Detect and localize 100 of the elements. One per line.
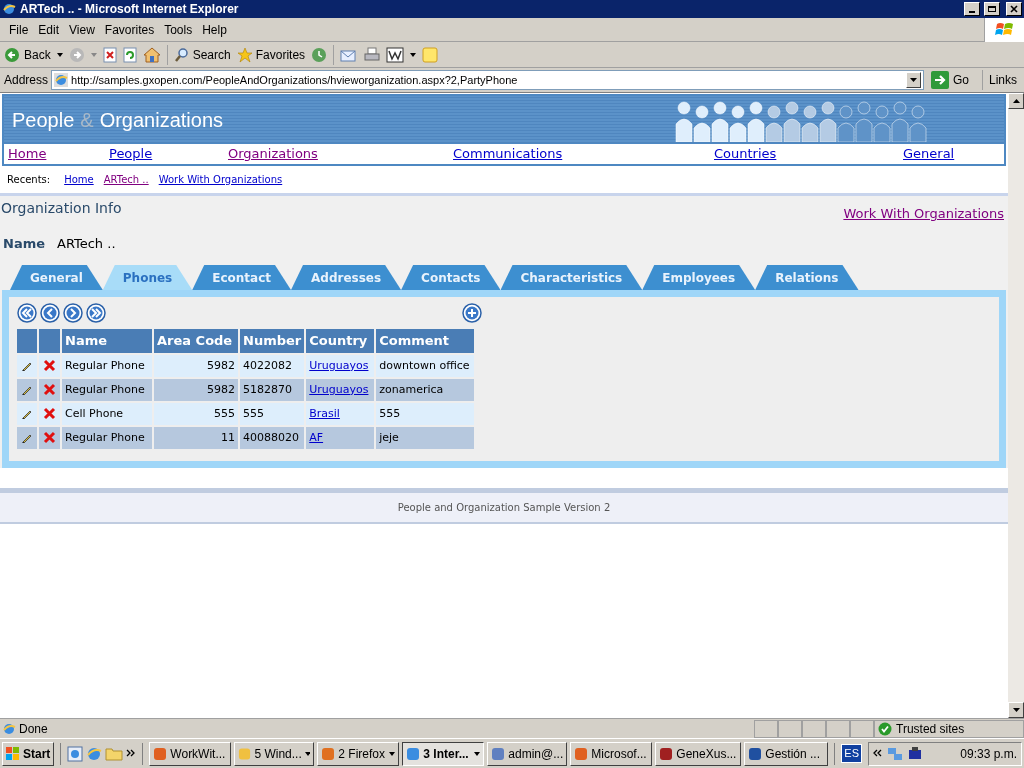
links-button[interactable]: Links: [986, 71, 1020, 89]
recent-link[interactable]: Work With Organizations: [158, 172, 283, 187]
country-link[interactable]: AF: [309, 430, 324, 444]
check-icon: [878, 721, 892, 736]
header-cell: [17, 329, 37, 353]
address-field[interactable]: http://samples.gxopen.com/PeopleAndOrganizations/hvieworganization.aspx?2,PartyPhone: [51, 70, 924, 90]
table-cell: Regular Phone: [62, 379, 152, 401]
previous-page-icon[interactable]: [40, 303, 60, 323]
table-cell: 555: [154, 403, 238, 425]
table-cell: Cell Phone: [62, 403, 152, 425]
taskbar-button[interactable]: 2 Firefox: [317, 741, 400, 766]
nav-link[interactable]: Organizations: [228, 146, 318, 162]
header-cell: [39, 329, 60, 353]
nav-link[interactable]: General: [903, 146, 955, 162]
menu-item[interactable]: Help: [197, 20, 232, 39]
dropdown-arrow-icon: [304, 751, 311, 756]
banner-ampersand: &: [80, 107, 94, 133]
table-cell: Regular Phone: [62, 355, 152, 377]
dropdown-arrow-icon[interactable]: [410, 52, 417, 57]
home-icon[interactable]: [142, 46, 161, 63]
last-page-icon[interactable]: [86, 303, 106, 323]
close-button[interactable]: [1006, 2, 1022, 16]
chevron-icon[interactable]: [873, 748, 884, 759]
banner-title: People: [12, 107, 75, 133]
menu-item[interactable]: File: [4, 20, 34, 39]
monitor-icon[interactable]: [907, 745, 924, 762]
app-icon: [748, 746, 763, 761]
table-cell: 555: [240, 403, 305, 425]
stop-icon[interactable]: [102, 46, 117, 63]
dropdown-arrow-icon[interactable]: [910, 78, 917, 82]
window-title: ARTech .. - Microsoft Internet Explorer: [20, 1, 240, 18]
star-icon: [236, 46, 253, 63]
nav-link[interactable]: Countries: [714, 146, 777, 162]
language-indicator: ES: [841, 744, 863, 763]
taskbar-button[interactable]: Microsof...: [570, 741, 653, 766]
page-icon: [2, 721, 16, 736]
page-icon: [54, 73, 69, 87]
taskbar-button[interactable]: 3 Inter...: [402, 741, 485, 766]
table-cell: 5982: [154, 379, 238, 401]
next-page-icon[interactable]: [63, 303, 83, 323]
name-value: ARTech ..: [57, 234, 116, 253]
taskbar-button[interactable]: GeneXus...: [655, 741, 742, 766]
table-cell: zonamerica: [376, 379, 475, 401]
go-button[interactable]: Go: [927, 71, 979, 89]
nav-link[interactable]: Communications: [453, 146, 563, 162]
minimize-button[interactable]: [964, 2, 980, 16]
section-title: Organization Info: [1, 199, 122, 218]
work-with-link[interactable]: Work With Organizations: [843, 204, 1004, 224]
menu-item[interactable]: Edit: [33, 20, 65, 39]
app-icon: [659, 746, 674, 761]
taskbar-button[interactable]: WorkWit...: [149, 741, 232, 766]
address-label: Address: [4, 72, 49, 89]
taskbar-button[interactable]: Gestión ...: [744, 741, 829, 766]
dropdown-arrow-icon: [389, 751, 396, 756]
back-button[interactable]: Back: [4, 45, 51, 64]
word-icon[interactable]: [386, 46, 405, 63]
taskbar-button[interactable]: 5 Wind...: [234, 741, 315, 766]
first-page-icon[interactable]: [17, 303, 37, 323]
clock: 09:33 p.m.: [960, 745, 1017, 763]
app-icon[interactable]: [67, 745, 84, 762]
go-arrow-icon: [931, 71, 949, 89]
menu-item[interactable]: View: [64, 20, 100, 39]
nav-link[interactable]: People: [109, 146, 153, 162]
column-header: Name: [62, 329, 152, 353]
app-icon: [406, 746, 421, 761]
table-cell: jeje: [376, 427, 475, 449]
add-icon[interactable]: [462, 303, 482, 323]
refresh-icon[interactable]: [122, 46, 137, 63]
column-header: Comment: [376, 329, 475, 353]
scroll-up-icon[interactable]: [1012, 99, 1020, 103]
scroll-down-icon[interactable]: [1012, 708, 1020, 712]
scrollbar[interactable]: [1008, 93, 1024, 718]
taskbar-button[interactable]: admin@...: [487, 741, 568, 766]
menu-item[interactable]: Favorites: [99, 20, 160, 39]
app-icon: [574, 746, 589, 761]
browser-icon: [2, 2, 16, 16]
dropdown-arrow-icon: [474, 751, 481, 756]
menu-item[interactable]: Tools: [159, 20, 198, 39]
chevron-icon[interactable]: [126, 748, 137, 759]
favorites-button[interactable]: Favorites: [236, 45, 306, 64]
name-label: Name: [3, 234, 45, 253]
app-icon: [153, 746, 168, 761]
restore-button[interactable]: [984, 2, 1000, 16]
column-header: Country: [306, 329, 375, 353]
status-text: Done: [19, 720, 48, 738]
close-icon: [1010, 5, 1018, 13]
app-icon: [491, 746, 506, 761]
app-icon: [321, 746, 336, 761]
recent-link[interactable]: ARTech ..: [103, 172, 149, 187]
recent-link[interactable]: Home: [64, 172, 94, 187]
dropdown-arrow-icon[interactable]: [56, 52, 63, 57]
search-button[interactable]: Search: [173, 45, 231, 64]
print-icon[interactable]: [364, 46, 381, 63]
start-button[interactable]: Start: [2, 741, 55, 766]
column-header: Area Code: [154, 329, 238, 353]
table-cell: 11: [154, 427, 238, 449]
footer-text: People and Organization Sample Version 2: [397, 501, 611, 515]
app-icon: [238, 746, 252, 761]
nav-link[interactable]: Home: [8, 146, 47, 162]
table-cell: 555: [376, 403, 475, 425]
